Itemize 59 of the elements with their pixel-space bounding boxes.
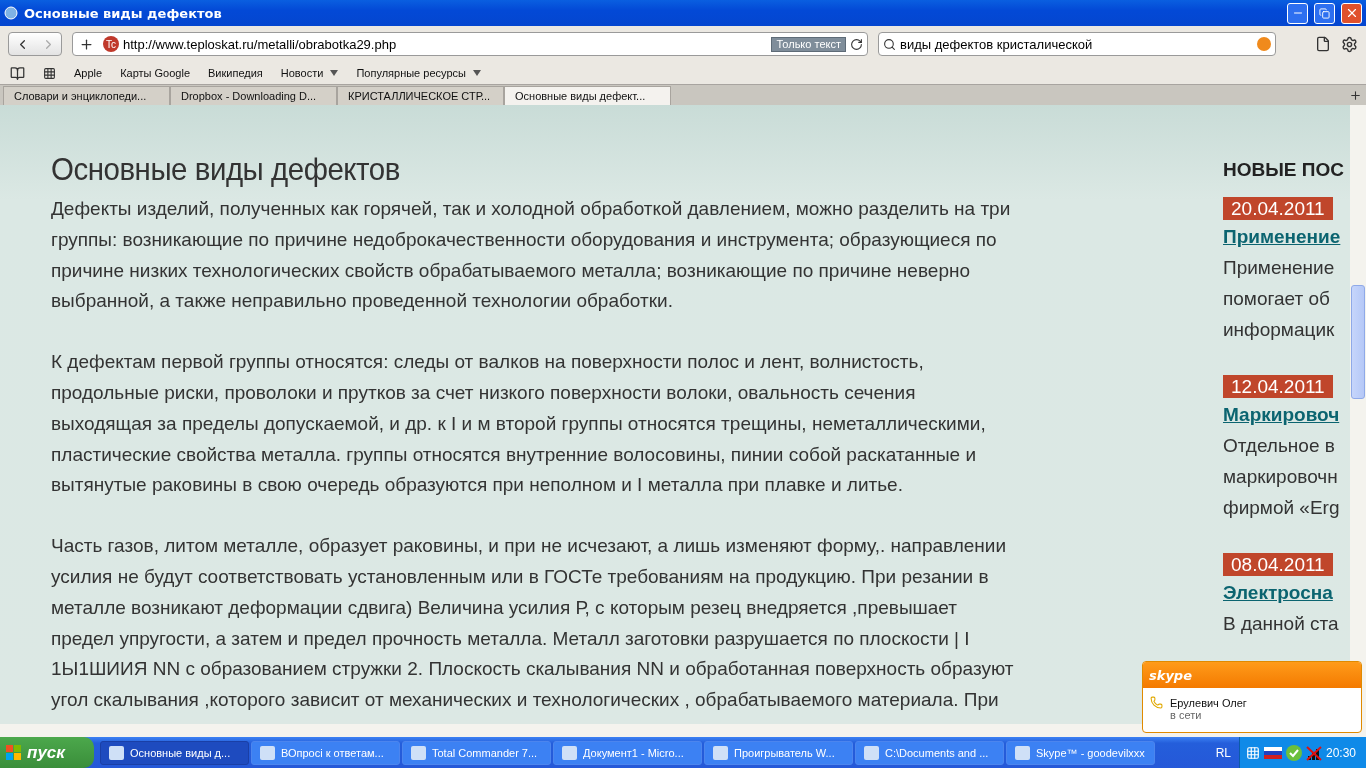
post-link[interactable]: Применение [1223,226,1350,248]
bookmark-item[interactable]: Википедия [208,67,263,79]
taskbar-button[interactable]: C:\Documents and ... [855,740,1004,765]
settings-icon[interactable] [1341,35,1358,53]
article-paragraph: К дефектам первой группы относятся: следы от валков на поверхности полос и лент, волнистость, продольные риски, проволоки и прутков за счет низкого поверхности волоки, овальность сечения выходящая за пределы допускаемой, и др. к I и м второй группы относятся трещины, неметаллическими, пластические свойства металла. группы относятся внутренние волосовины, пинии собой раскатанные и вытянутые раковины в свою очередь образуются при неполном и I металла при плавке и литье. [51,350,987,498]
window-title: Основные виды дефектов [24,5,223,21]
bookmark-item[interactable]: Новости [280,67,339,79]
close-button[interactable] [1341,2,1362,24]
post-date: 08.04.2011 [1223,553,1333,576]
flag-icon[interactable] [1263,746,1282,759]
restore-icon [1319,7,1330,19]
post-date: 12.04.2011 [1223,375,1333,398]
article-paragraph: Дефекты изделий, полученных как горячей, так и холодной обработкой давлением, можно разделить на три группы: возникающие по причине недоброкачественности оборудования и инструмента; образующиеся по причине низких технологических свойств обрабатываемого металла; возникающие по причине неверно выбранной, а также неправильно проведенной технологии обработки. [51,197,1012,314]
reload-icon[interactable] [850,37,863,51]
address-field[interactable]: Tc http://www.teploskat.ru/metalli/obrabotka29.php Только текст [72,32,868,56]
post-link[interactable]: Электросна [1223,582,1350,604]
language-indicator[interactable]: RL [1215,745,1231,760]
browser-tab[interactable]: Основные виды дефект... [504,86,671,105]
search-field[interactable]: виды дефектов кристалической [878,32,1276,56]
windows-logo [6,744,22,761]
book-icon[interactable] [10,65,25,81]
check-icon[interactable] [1285,744,1302,761]
clock: 20:30 [1325,745,1356,760]
post-excerpt: Применение помогает об информацик [1223,256,1336,342]
search-icon[interactable] [883,37,896,51]
taskbar-button[interactable]: Документ1 - Micro... [553,740,702,765]
new-tab-icon[interactable] [1349,89,1362,102]
browser-tab[interactable]: Словари и энциклопеди... [3,86,170,105]
post-date: 20.04.2011 [1223,197,1333,220]
taskbar-button[interactable]: Основные виды д... [100,740,249,765]
post-excerpt: В данной ста [1223,612,1340,636]
signal-icon[interactable] [1305,744,1322,761]
bookmark-item[interactable]: Apple [74,67,103,79]
skype-logo: skype [1149,667,1192,683]
taskbar-button[interactable]: Проигрыватель W... [704,740,853,765]
article-paragraph: Часть газов, литом металле, образует раковины, и при не исчезают, а лишь изменяют форму,. направлении усилия не будут соответствовать установленным или в ГОСТе требованиям на продукцию. При резании в металле возникают деформации сдвига) Величина усилия Р, с которым резец внедряется ,превышает предел упругости, а затем и предел прочность металла. Металл заготовки разрушается по плоскости | I 1Ы1ШИИЯ NN с образованием стружки 2. Плоскость скалывания NN и обработанная поверхность образуют угол скалывания ,которого зависит от механических и технологических , обрабатываемого материала. При [51,534,1015,713]
page-icon[interactable] [1315,36,1331,52]
post-link[interactable]: Маркировоч [1223,404,1350,426]
start-button[interactable]: пуск [0,737,94,768]
browser-tab[interactable]: КРИСТАЛЛИЧЕСКОЕ СТР... [337,86,504,105]
plus-icon [78,36,94,52]
contact-status: в сети [1170,709,1203,721]
taskbar-button[interactable]: ВОпросі к ответам... [251,740,400,765]
site-icon: Tc [103,36,119,52]
scroll-thumb[interactable] [1351,285,1365,399]
restore-button[interactable] [1314,2,1335,24]
taskbar-button[interactable]: Total Commander 7... [402,740,551,765]
bookmark-item[interactable]: Карты Google [120,67,190,79]
globe-icon [4,6,18,20]
minimize-button[interactable] [1287,2,1308,24]
contact-name: Ерулевич Олег [1170,696,1248,709]
article-title: Основные виды дефектов [51,151,401,188]
browser-tab[interactable]: Dropbox - Downloading D... [170,86,337,105]
sidebar-heading: НОВЫЕ ПОС [1223,159,1345,181]
taskbar-button[interactable]: Skype™ - goodevilxxx [1006,740,1155,765]
grid-icon[interactable] [43,66,56,80]
bookmark-item[interactable]: Популярные ресурсы [356,67,481,79]
vertical-scrollbar[interactable] [1350,105,1366,737]
post-excerpt: Отдельное в маркировочн фирмой «Erg [1223,434,1341,520]
